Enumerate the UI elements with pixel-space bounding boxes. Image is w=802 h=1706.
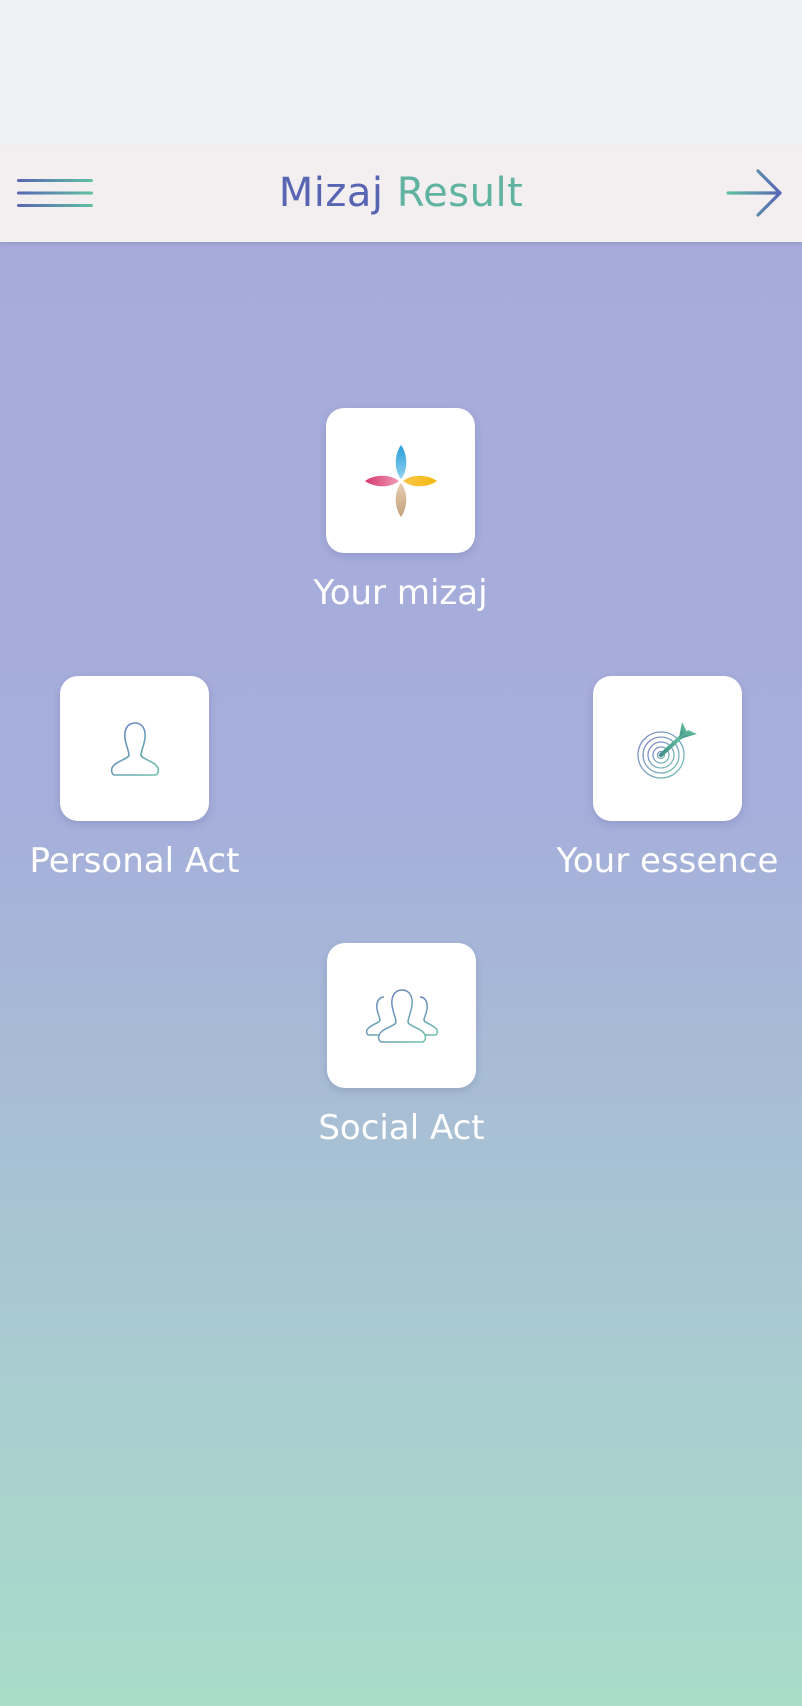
tile-personal-act: Personal Act — [29, 676, 240, 881]
target-dart-icon — [636, 721, 697, 779]
your-mizaj-label: Your mizaj — [313, 573, 488, 613]
result-content: Your mizaj Personal Act Your essence Soc… — [0, 242, 802, 1706]
title-part-result: Result — [396, 170, 524, 216]
group-people-icon — [365, 988, 438, 1043]
arrow-right-icon — [726, 169, 782, 217]
your-essence-label: Your essence — [556, 841, 779, 881]
your-essence-button[interactable] — [593, 676, 742, 821]
app-header: Mizaj Result — [0, 145, 802, 242]
title-part-mizaj: Mizaj — [278, 170, 384, 216]
person-outline-icon — [110, 721, 159, 776]
tile-your-essence: Your essence — [557, 676, 778, 881]
your-mizaj-button[interactable] — [326, 408, 475, 553]
social-act-label: Social Act — [318, 1108, 485, 1148]
status-bar — [0, 0, 802, 145]
next-button[interactable] — [720, 155, 790, 231]
personal-act-button[interactable] — [60, 676, 209, 821]
tile-social-act: Social Act — [318, 943, 485, 1148]
page-title: Mizaj Result — [0, 145, 802, 242]
four-petal-flower-icon — [364, 444, 437, 517]
tile-your-mizaj: Your mizaj — [313, 408, 488, 613]
social-act-button[interactable] — [327, 943, 476, 1088]
personal-act-label: Personal Act — [29, 841, 240, 881]
